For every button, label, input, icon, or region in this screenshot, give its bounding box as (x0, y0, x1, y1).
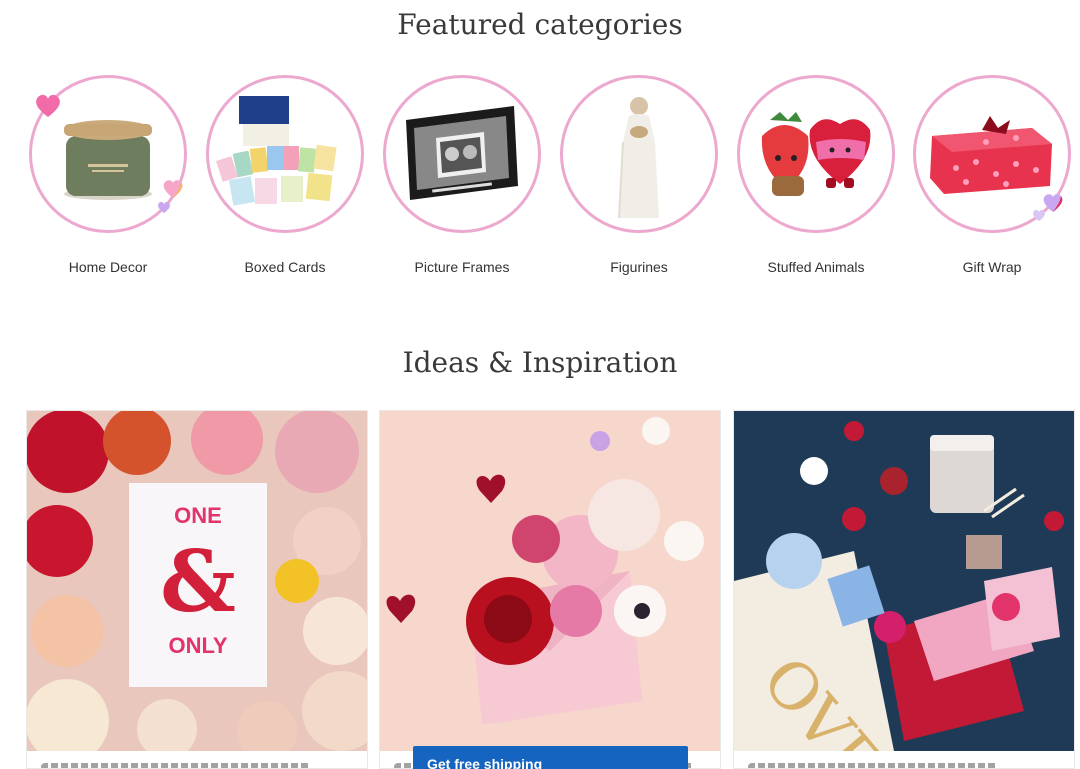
boxed-cards-image (215, 96, 337, 206)
category-boxed-cards[interactable]: Boxed Cards (205, 75, 365, 275)
category-gift-wrap[interactable]: Gift Wrap (912, 75, 1072, 275)
envelope-with-roses (380, 411, 720, 751)
heart-icon (158, 201, 170, 213)
category-home-decor[interactable]: Home Decor (28, 75, 188, 275)
category-image-ring[interactable] (383, 75, 541, 233)
card-text-only: ONLY (168, 633, 227, 658)
figurine-image (618, 97, 659, 219)
category-label[interactable]: Picture Frames (382, 259, 542, 275)
stuffed-animals-image (761, 112, 871, 196)
category-label[interactable]: Stuffed Animals (736, 259, 896, 275)
card-text-one: ONE (174, 503, 222, 528)
category-picture-frames[interactable]: Picture Frames (382, 75, 542, 275)
category-image-ring[interactable] (206, 75, 364, 233)
featured-categories-title: Featured categories (397, 8, 683, 41)
idea-card[interactable]: OVE (733, 410, 1075, 769)
category-label[interactable]: Home Decor (28, 259, 188, 275)
ideas-inspiration-title: Ideas & Inspiration (402, 346, 678, 379)
category-stuffed-animals[interactable]: Stuffed Animals (736, 75, 896, 275)
idea-card[interactable]: ONE & ONLY (26, 410, 368, 769)
category-label[interactable]: Gift Wrap (912, 259, 1072, 275)
category-label[interactable]: Figurines (559, 259, 719, 275)
one-and-only-card-flowers: ONE & ONLY (27, 411, 367, 751)
card-text-ampersand: & (160, 532, 236, 631)
heart-icon (36, 94, 60, 117)
heart-icon (1033, 209, 1045, 221)
card-caption (41, 763, 311, 768)
heart-icon (163, 180, 183, 198)
love-gift-bag-flatlay: OVE (734, 411, 1074, 751)
card-caption (748, 763, 998, 768)
free-shipping-banner[interactable]: Get free shipping (413, 746, 688, 769)
idea-card[interactable] (379, 410, 721, 769)
category-label[interactable]: Boxed Cards (205, 259, 365, 275)
category-figurines[interactable]: Figurines (559, 75, 719, 275)
picture-frame-image (406, 106, 518, 200)
category-image-ring[interactable] (560, 75, 718, 233)
category-image-ring[interactable] (737, 75, 895, 233)
